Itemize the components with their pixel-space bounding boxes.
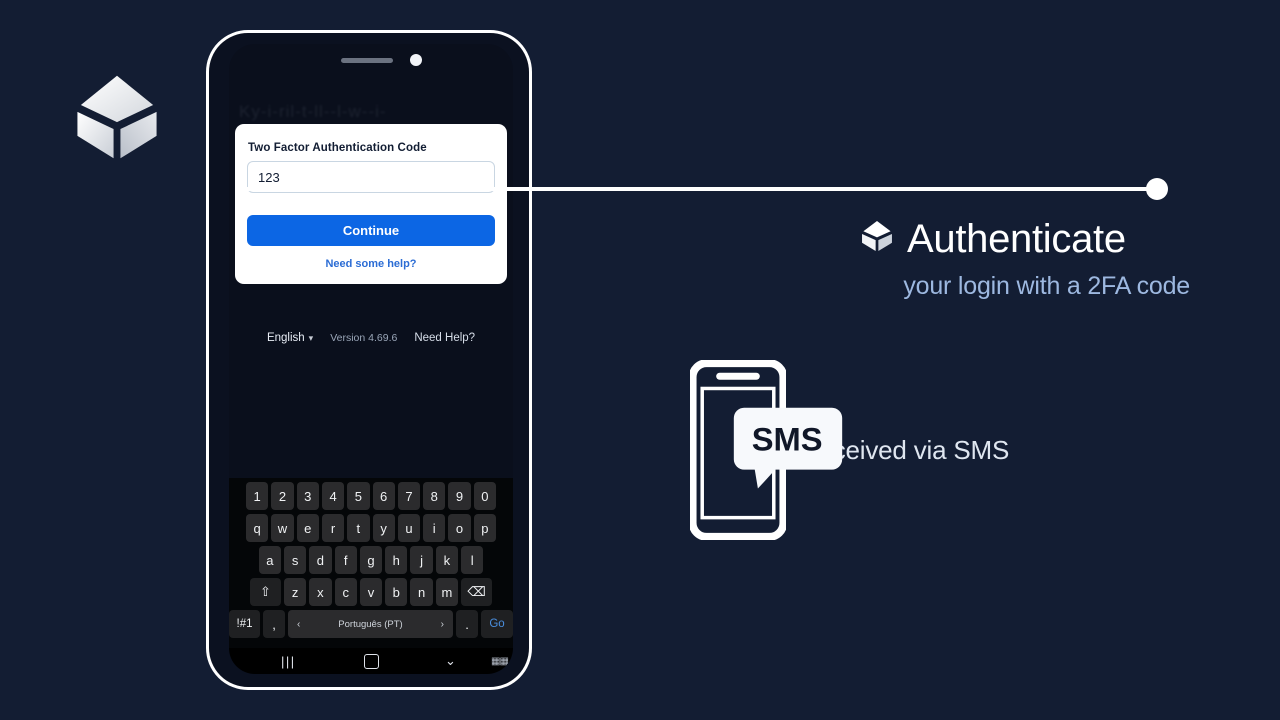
key-s[interactable]: s — [283, 546, 307, 574]
key-2[interactable]: 2 — [271, 482, 294, 510]
callout-title-row: Authenticate — [860, 218, 1190, 259]
recents-icon[interactable]: ||| — [281, 654, 296, 669]
space-language-label: Português (PT) — [338, 618, 403, 630]
space-key[interactable]: ‹ Português (PT) › — [288, 610, 453, 638]
key-n[interactable]: n — [410, 578, 433, 606]
go-key[interactable]: Go — [481, 610, 513, 638]
key-z[interactable]: z — [283, 578, 307, 606]
key-r[interactable]: r — [321, 514, 345, 542]
version-label: Version 4.69.6 — [330, 332, 398, 344]
phone-top-bar — [229, 44, 513, 78]
prev-language-icon[interactable]: ‹ — [297, 619, 300, 630]
key-a[interactable]: a — [258, 546, 281, 574]
key-d[interactable]: d — [309, 546, 332, 574]
shift-key[interactable]: ⇧ — [249, 578, 281, 606]
key-c[interactable]: c — [334, 578, 357, 606]
key-j[interactable]: j — [410, 546, 433, 574]
keyboard-row-bottom: ⇧ zxcvbnm ⌫ — [229, 578, 513, 606]
need-some-help-link[interactable]: Need some help? — [247, 258, 495, 270]
android-nav-bar: ||| ⌄ ▦▦ — [229, 648, 513, 674]
scene: Ky-i-ril-t-ll--l-w--i- Two Factor Authen… — [0, 0, 1280, 720]
on-screen-keyboard[interactable]: 1234567890 qwertyuiop asdfghjkl ⇧ zxcvbn… — [229, 478, 513, 648]
key-u[interactable]: u — [397, 514, 421, 542]
key-p[interactable]: p — [473, 514, 496, 542]
continue-button[interactable]: Continue — [247, 215, 495, 246]
period-key[interactable]: . — [456, 610, 478, 638]
key-1[interactable]: 1 — [246, 482, 269, 510]
keyboard-row-top: qwertyuiop — [229, 514, 513, 542]
keyboard-row-space: !#1 , ‹ Português (PT) › . Go — [229, 610, 513, 638]
key-t[interactable]: t — [347, 514, 370, 542]
key-l[interactable]: l — [461, 546, 484, 574]
two-factor-card: Two Factor Authentication Code Continue … — [235, 124, 507, 284]
language-label: English — [266, 332, 305, 344]
key-q[interactable]: q — [246, 514, 269, 542]
key-g[interactable]: g — [359, 546, 383, 574]
key-m[interactable]: m — [435, 578, 459, 606]
need-help-link[interactable]: Need Help? — [414, 332, 475, 344]
blockchain-cube-logo — [74, 72, 160, 162]
chevron-down-icon: ▾ — [308, 332, 314, 343]
key-5[interactable]: 5 — [347, 482, 370, 510]
callout-subhead: your login with a 2FA code — [903, 272, 1190, 300]
key-w[interactable]: w — [271, 514, 294, 542]
language-selector[interactable]: English ▾ — [267, 332, 313, 344]
key-0[interactable]: 0 — [473, 482, 496, 510]
key-9[interactable]: 9 — [448, 482, 471, 510]
key-4[interactable]: 4 — [321, 482, 345, 510]
key-3[interactable]: 3 — [296, 482, 319, 510]
home-square-icon[interactable] — [364, 653, 379, 669]
sms-block: SMS received via SMS — [688, 359, 1009, 541]
keyboard-row-home: asdfghjkl — [229, 546, 513, 574]
callout-block: Authenticate your login with a 2FA code — [860, 218, 1190, 301]
hide-keyboard-chevron-icon[interactable]: ⌄ — [445, 653, 456, 669]
backspace-key[interactable]: ⌫ — [461, 578, 493, 606]
svg-text:SMS: SMS — [752, 421, 823, 458]
key-v[interactable]: v — [359, 578, 383, 606]
key-e[interactable]: e — [296, 514, 319, 542]
blockchain-cube-icon — [860, 218, 894, 259]
keyboard-switch-icon[interactable]: ▦▦ — [491, 656, 509, 667]
next-language-icon[interactable]: › — [441, 619, 444, 630]
background-page-text: Ky-i-ril-t-ll--l-w--i- — [239, 102, 387, 121]
key-8[interactable]: 8 — [423, 482, 446, 510]
keyboard-bottom-letters: zxcvbnm — [283, 578, 459, 606]
key-i[interactable]: i — [423, 514, 446, 542]
key-7[interactable]: 7 — [397, 482, 421, 510]
symbols-key[interactable]: !#1 — [229, 610, 260, 638]
comma-key[interactable]: , — [263, 610, 285, 638]
app-footer: English ▾ Version 4.69.6 Need Help? — [229, 332, 513, 344]
key-f[interactable]: f — [334, 546, 357, 574]
phone-screen: Ky-i-ril-t-ll--l-w--i- Two Factor Authen… — [229, 44, 513, 674]
key-k[interactable]: k — [435, 546, 459, 574]
key-h[interactable]: h — [385, 546, 408, 574]
front-camera-icon — [410, 54, 422, 66]
key-y[interactable]: y — [372, 514, 395, 542]
key-6[interactable]: 6 — [372, 482, 395, 510]
sms-phone-icon: SMS — [688, 359, 843, 541]
connector-line — [236, 187, 1158, 191]
key-b[interactable]: b — [385, 578, 408, 606]
earpiece-speaker-icon — [341, 58, 393, 63]
two-factor-label: Two Factor Authentication Code — [248, 142, 427, 154]
key-x[interactable]: x — [309, 578, 332, 606]
callout-headline: Authenticate — [907, 216, 1126, 261]
key-o[interactable]: o — [448, 514, 471, 542]
keyboard-row-numbers: 1234567890 — [229, 482, 513, 510]
connector-endpoint-dot — [1146, 178, 1168, 200]
